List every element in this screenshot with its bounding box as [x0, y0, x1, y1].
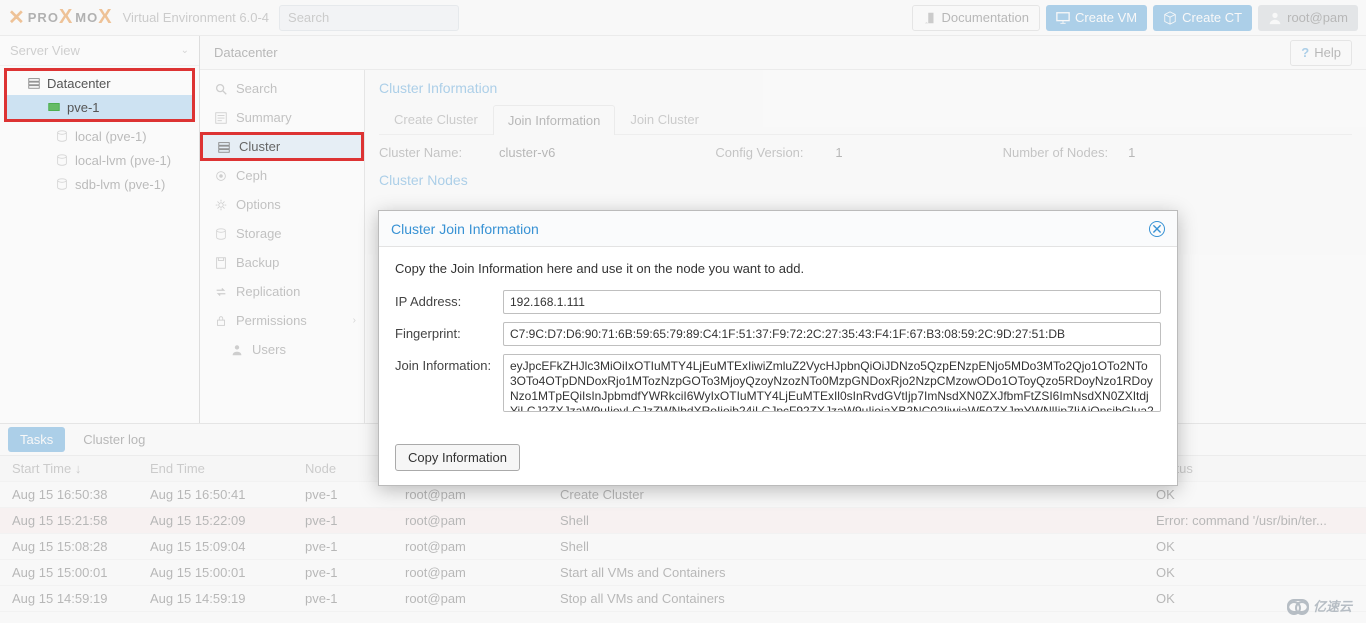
server-icon [27, 76, 41, 90]
log-row[interactable]: Aug 15 14:59:19Aug 15 14:59:19pve-1root@… [0, 586, 1366, 612]
config-menu: SearchSummaryClusterCephOptionsStorageBa… [200, 70, 365, 423]
cube-icon [1163, 11, 1177, 25]
breadcrumb: Datacenter ? Help [200, 36, 1366, 70]
tree-item-datacenter[interactable]: Datacenter [7, 71, 192, 95]
menu-item-cluster[interactable]: Cluster [200, 132, 364, 161]
cluster-icon [217, 140, 231, 154]
cluster-actions: Create Cluster Join Information Join Clu… [379, 104, 1352, 135]
help-icon: ? [1301, 45, 1309, 60]
join-cluster-button[interactable]: Join Cluster [615, 104, 714, 134]
version-label: Virtual Environment 6.0-4 [123, 10, 269, 25]
resource-tree: Server View ⌄ Datacenterpve-1 local (pve-… [0, 36, 200, 423]
join-info-field[interactable] [503, 354, 1161, 412]
dialog-title: Cluster Join Information [391, 221, 539, 237]
menu-item-backup[interactable]: Backup [200, 248, 364, 277]
storage-icon [55, 177, 69, 191]
log-row[interactable]: Aug 15 15:21:58Aug 15 15:22:09pve-1root@… [0, 508, 1366, 534]
log-row[interactable]: Aug 15 15:00:01Aug 15 15:00:01pve-1root@… [0, 560, 1366, 586]
storage-icon [214, 227, 228, 241]
col-end-time[interactable]: End Time [150, 461, 305, 476]
create-ct-button[interactable]: Create CT [1153, 5, 1252, 31]
tree-item-local-lvm--pve-1-[interactable]: local-lvm (pve-1) [0, 148, 199, 172]
cluster-nodes-title: Cluster Nodes [379, 172, 1352, 188]
create-vm-button[interactable]: Create VM [1046, 5, 1147, 31]
fingerprint-field[interactable] [503, 322, 1161, 346]
cluster-info-title: Cluster Information [379, 80, 1352, 96]
search-input[interactable]: Search [279, 5, 459, 31]
search-icon [214, 82, 228, 96]
tree-item-local--pve-1-[interactable]: local (pve-1) [0, 124, 199, 148]
storage-icon [55, 153, 69, 167]
cluster-info-row: Cluster Name:cluster-v6 Config Version:1… [379, 145, 1352, 160]
gear-icon [214, 198, 228, 212]
search-placeholder: Search [288, 10, 329, 25]
chevron-down-icon: ⌄ [181, 45, 189, 56]
book-icon [923, 11, 937, 25]
menu-item-summary[interactable]: Summary [200, 103, 364, 132]
replication-icon [214, 285, 228, 299]
logo: ✕PROXMOX [8, 5, 115, 30]
cloud-icon [1287, 599, 1309, 613]
log-row[interactable]: Aug 15 15:08:28Aug 15 15:09:04pve-1root@… [0, 534, 1366, 560]
fingerprint-label: Fingerprint: [395, 322, 503, 341]
col-status[interactable]: Status [1156, 461, 1366, 476]
menu-item-users[interactable]: Users [200, 335, 364, 364]
lock-icon [214, 314, 228, 328]
user-icon [1268, 11, 1282, 25]
tab-tasks[interactable]: Tasks [8, 427, 65, 452]
col-start-time[interactable]: Start Time ↓ [0, 461, 150, 476]
page-title: Datacenter [214, 45, 278, 60]
join-info-label: Join Information: [395, 354, 503, 373]
dialog-hint: Copy the Join Information here and use i… [395, 261, 1161, 276]
top-header: ✕PROXMOX Virtual Environment 6.0-4 Searc… [0, 0, 1366, 36]
backup-icon [214, 256, 228, 270]
chevron-right-icon: › [353, 315, 356, 326]
menu-item-options[interactable]: Options [200, 190, 364, 219]
join-info-dialog: Cluster Join Information ✕ Copy the Join… [378, 210, 1178, 486]
tree-item-sdb-lvm--pve-1-[interactable]: sdb-lvm (pve-1) [0, 172, 199, 196]
menu-item-replication[interactable]: Replication [200, 277, 364, 306]
ip-address-label: IP Address: [395, 290, 503, 309]
storage-icon [55, 129, 69, 143]
monitor-icon [1056, 11, 1070, 25]
copy-information-button[interactable]: Copy Information [395, 444, 520, 471]
summary-icon [214, 111, 228, 125]
tree-header[interactable]: Server View ⌄ [0, 36, 199, 66]
node-icon [47, 100, 61, 114]
user-menu-button[interactable]: root@pam [1258, 5, 1358, 31]
close-icon[interactable]: ✕ [1149, 221, 1165, 237]
menu-item-ceph[interactable]: Ceph [200, 161, 364, 190]
menu-item-permissions[interactable]: Permissions› [200, 306, 364, 335]
documentation-button[interactable]: Documentation [912, 5, 1040, 31]
create-cluster-button[interactable]: Create Cluster [379, 104, 493, 134]
ip-address-field[interactable] [503, 290, 1161, 314]
join-information-button[interactable]: Join Information [493, 105, 616, 135]
ceph-icon [214, 169, 228, 183]
watermark: 亿速云 [1287, 596, 1352, 615]
help-button[interactable]: ? Help [1290, 40, 1352, 66]
user-icon [230, 343, 244, 357]
menu-item-search[interactable]: Search [200, 74, 364, 103]
menu-item-storage[interactable]: Storage [200, 219, 364, 248]
tree-item-pve-1[interactable]: pve-1 [7, 95, 192, 119]
tab-cluster-log[interactable]: Cluster log [71, 427, 157, 452]
